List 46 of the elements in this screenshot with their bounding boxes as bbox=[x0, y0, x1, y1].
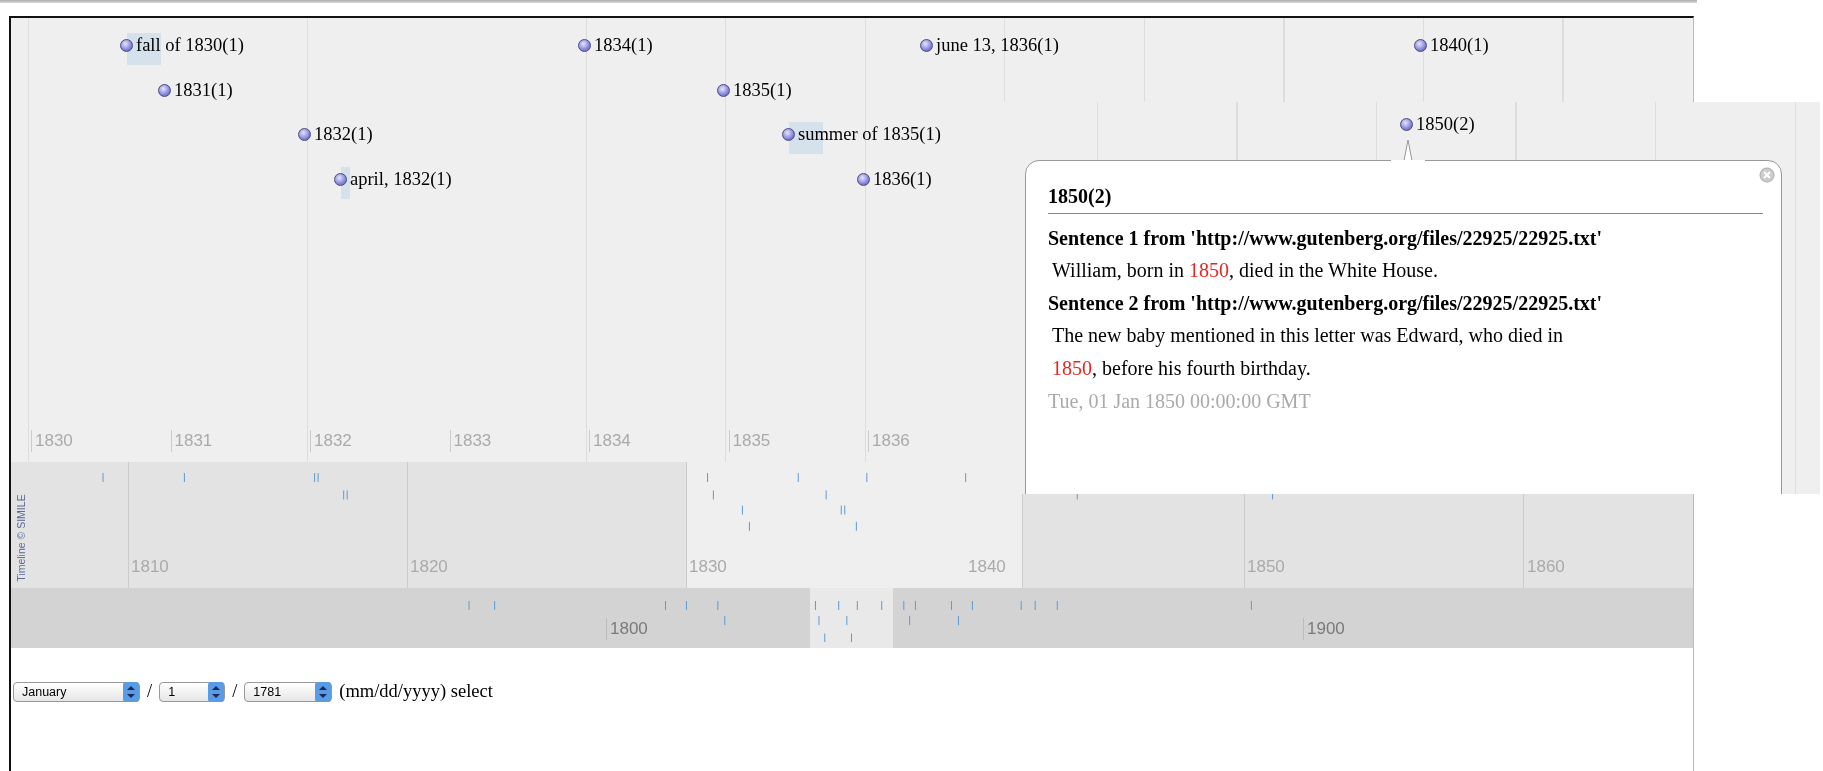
event-label[interactable]: april, 1832(1) bbox=[350, 168, 452, 190]
month-select[interactable]: January bbox=[13, 681, 140, 702]
sentence-text: William, born in 1850, died in the White House. bbox=[1051, 258, 1439, 283]
year-label: 1810 bbox=[131, 556, 169, 578]
year-label: 1833 bbox=[449, 430, 492, 452]
year-label: 1800 bbox=[606, 618, 648, 640]
event-label[interactable]: 1850(2) bbox=[1416, 113, 1475, 135]
event-dot-icon[interactable] bbox=[578, 38, 591, 52]
year-label: 1834 bbox=[589, 430, 631, 452]
event-label[interactable]: fall of 1830(1) bbox=[136, 34, 244, 56]
credit-text: Timeline © SIMILE bbox=[15, 493, 27, 584]
event-dot-icon[interactable] bbox=[1414, 38, 1427, 52]
sentence-heading: Sentence 2 from 'http://www.gutenberg.org/files/22925/22925.txt' bbox=[1048, 291, 1603, 317]
format-hint: (mm/dd/yyyy) select bbox=[339, 681, 493, 702]
year-label: 1835 bbox=[728, 430, 771, 452]
day-select[interactable]: 1 bbox=[159, 681, 226, 702]
event-label[interactable]: june 13, 1836(1) bbox=[936, 34, 1059, 56]
separator-text: / bbox=[147, 681, 153, 702]
year-label: 1830 bbox=[689, 556, 727, 578]
year-select[interactable]: 1781 bbox=[244, 681, 333, 702]
event-label[interactable]: summer of 1835(1) bbox=[798, 123, 941, 145]
event-dot-icon[interactable] bbox=[717, 83, 730, 97]
year-label: 1830 bbox=[31, 430, 73, 452]
year-label: 1860 bbox=[1527, 556, 1565, 578]
popup-title: 1850(2) bbox=[1048, 183, 1763, 214]
event-dot-icon[interactable] bbox=[158, 83, 171, 97]
year-label: 1832 bbox=[310, 430, 352, 452]
year-label: 1820 bbox=[410, 556, 448, 578]
sentence-text: The new baby mentioned in this letter was Edward, who died in 1850, before his fourth birthday. bbox=[1051, 323, 1564, 382]
separator-text: / bbox=[232, 681, 238, 702]
event-dot-icon[interactable] bbox=[857, 172, 870, 186]
event-label[interactable]: 1832(1) bbox=[314, 123, 373, 145]
event-dot-icon[interactable] bbox=[298, 127, 311, 141]
event-label[interactable]: 1840(1) bbox=[1430, 34, 1489, 56]
year-label: 1831 bbox=[170, 430, 213, 452]
year-label: 1840 bbox=[968, 556, 1006, 578]
year-label: 1836 bbox=[868, 430, 910, 452]
event-label[interactable]: 1836(1) bbox=[873, 168, 932, 190]
event-date: Tue, 01 Jan 1850 00:00:00 GMT bbox=[1048, 389, 1312, 414]
event-label[interactable]: 1831(1) bbox=[174, 79, 233, 101]
event-dot-icon[interactable] bbox=[920, 38, 933, 52]
year-label: 1850 bbox=[1247, 556, 1285, 578]
year-label: 1900 bbox=[1303, 618, 1345, 640]
event-label[interactable]: 1835(1) bbox=[733, 79, 792, 101]
event-label[interactable]: 1834(1) bbox=[594, 34, 653, 56]
sentence-heading: Sentence 1 from 'http://www.gutenberg.org/files/22925/22925.txt' bbox=[1048, 226, 1603, 252]
